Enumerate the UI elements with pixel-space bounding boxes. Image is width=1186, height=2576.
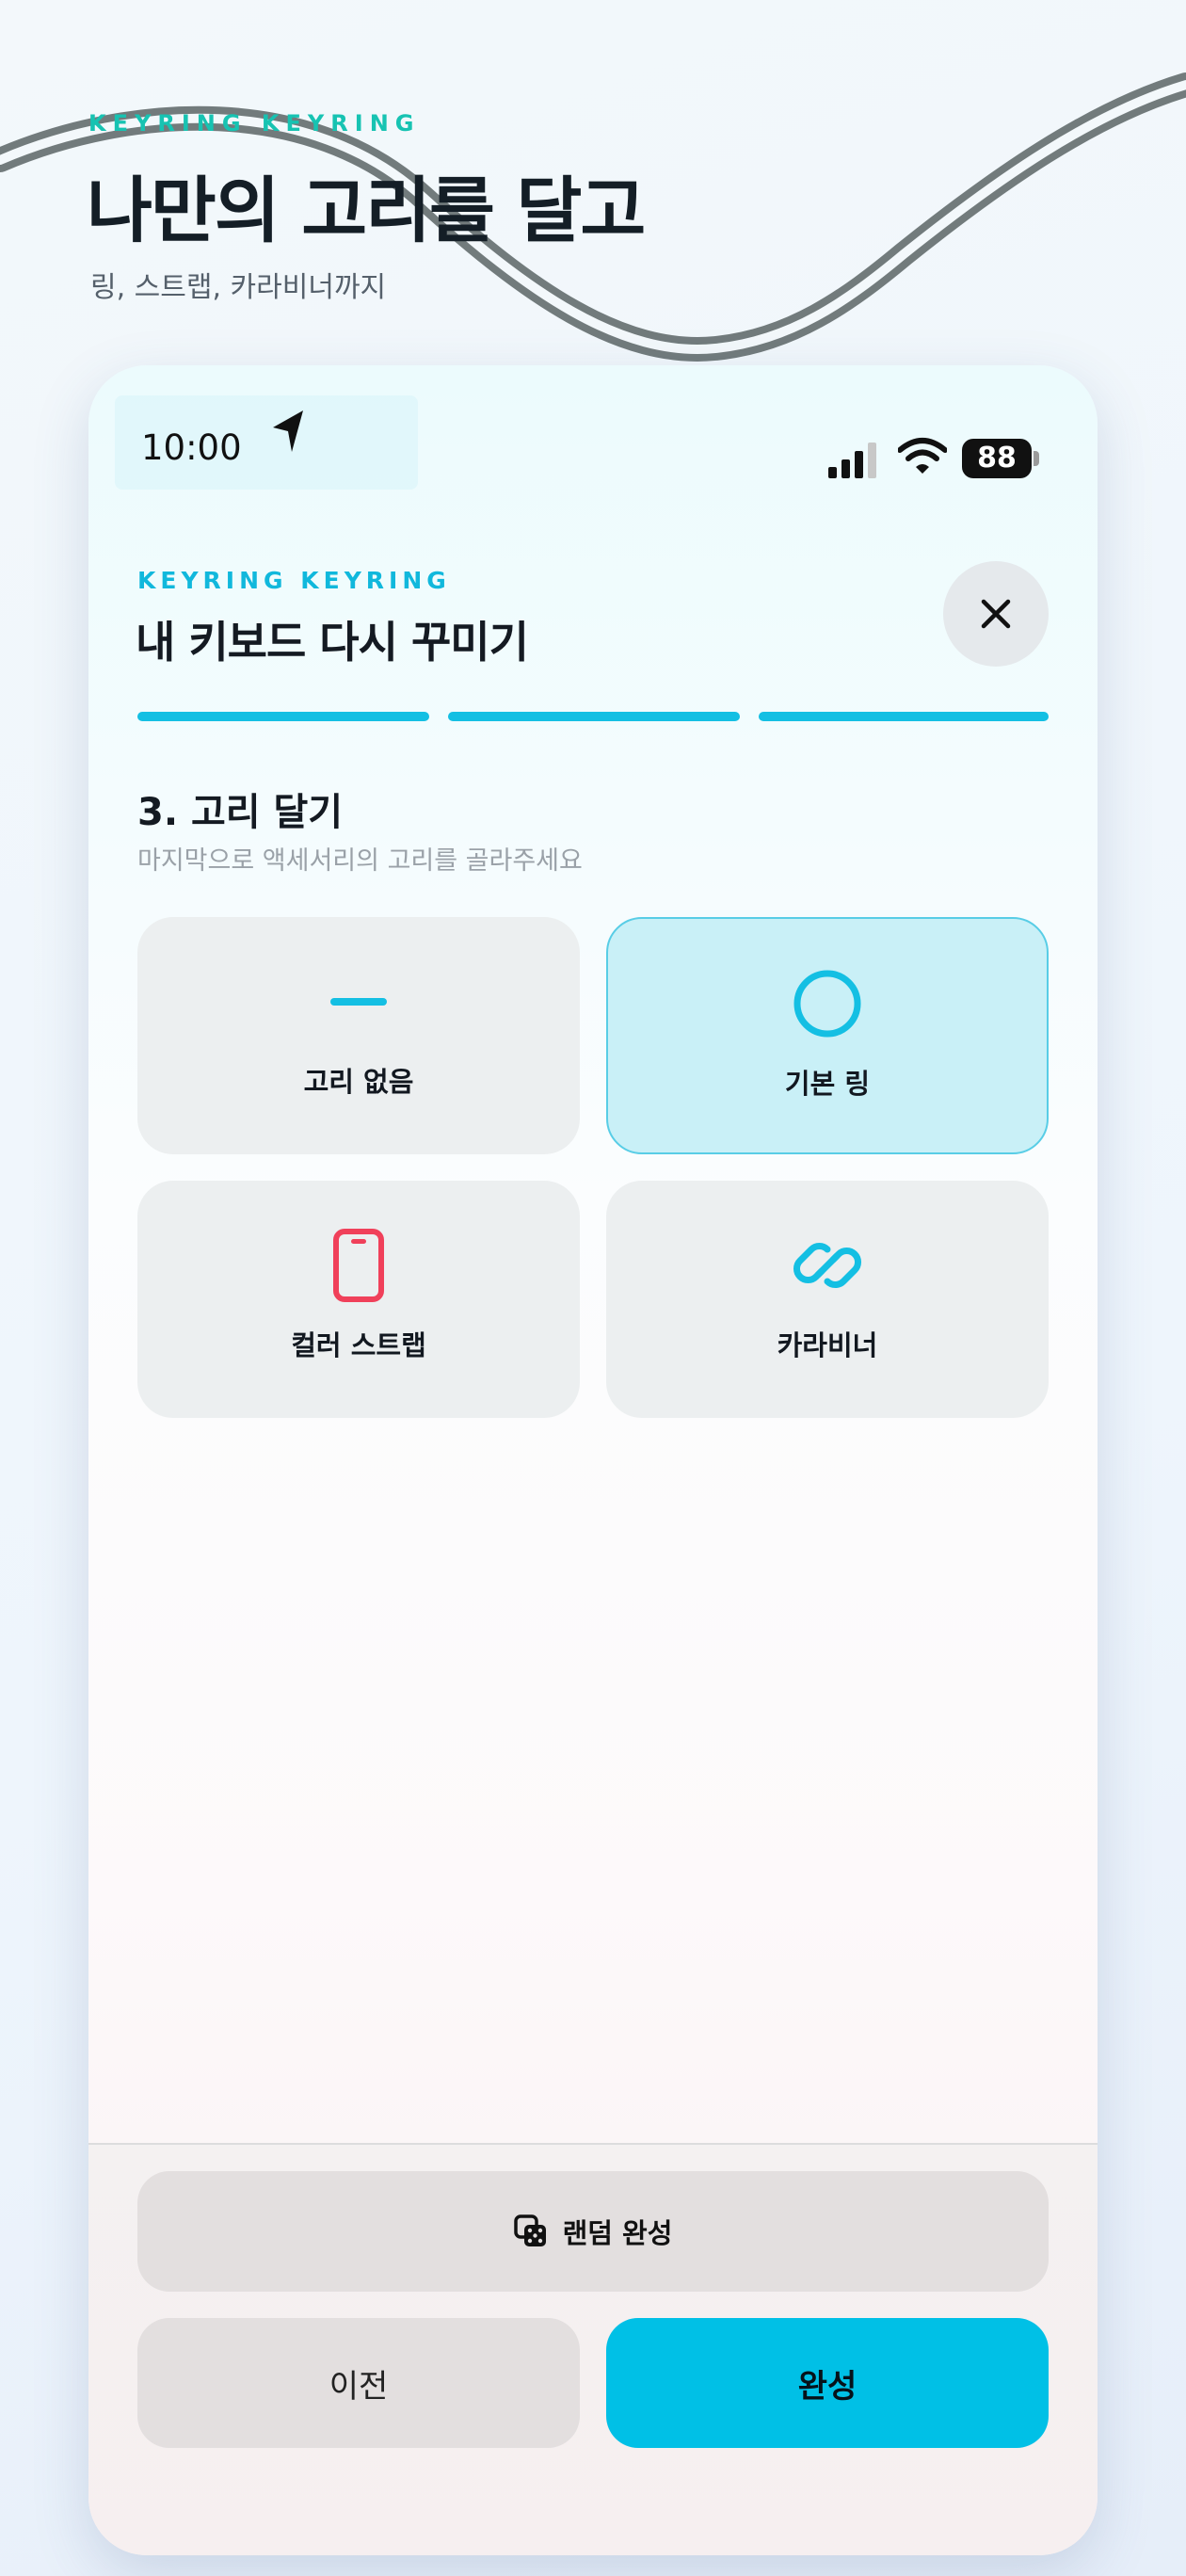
battery-tip xyxy=(1034,451,1039,466)
random-complete-button[interactable]: 랜덤 완성 xyxy=(137,2171,1049,2292)
phone-screen: 10:00 88 KEYRING KEYRING 내 키보드 다시 꾸미기 3.… xyxy=(88,365,1098,2555)
complete-button[interactable]: 완성 xyxy=(606,2318,1049,2448)
progress-segment xyxy=(137,712,429,721)
wifi-icon xyxy=(898,438,947,474)
location-arrow-icon xyxy=(273,411,303,452)
progress-segment xyxy=(448,712,740,721)
status-time: 10:00 xyxy=(141,427,242,468)
option-label: 고리 없음 xyxy=(303,1066,414,1098)
step-subtitle: 마지막으로 액세서리의 고리를 골라주세요 xyxy=(137,846,583,876)
ring-icon xyxy=(793,970,861,1038)
progress-segment xyxy=(759,712,1049,721)
promo-kicker: KEYRING KEYRING xyxy=(88,110,421,137)
close-button[interactable] xyxy=(943,561,1049,667)
option-label: 컬러 스트랩 xyxy=(291,1329,426,1361)
strap-icon xyxy=(333,1229,384,1302)
dice-icon xyxy=(513,2214,546,2246)
previous-button[interactable]: 이전 xyxy=(137,2318,580,2448)
link-icon xyxy=(793,1243,861,1288)
battery-indicator: 88 xyxy=(962,439,1039,478)
promo-title: 나만의 고리를 달고 xyxy=(87,169,646,252)
cellular-signal-icon xyxy=(828,443,876,478)
option-no-ring[interactable]: 고리 없음 xyxy=(137,917,580,1154)
dash-icon xyxy=(330,998,387,1006)
previous-label: 이전 xyxy=(329,2367,389,2406)
app-kicker: KEYRING KEYRING xyxy=(137,567,451,594)
step-progress xyxy=(137,712,1049,721)
option-carabiner[interactable]: 카라비너 xyxy=(606,1181,1049,1418)
close-icon xyxy=(981,599,1011,629)
option-color-strap[interactable]: 컬러 스트랩 xyxy=(137,1181,580,1418)
step-title: 3. 고리 달기 xyxy=(137,791,344,834)
app-title: 내 키보드 다시 꾸미기 xyxy=(136,617,529,668)
promo-subtitle: 링, 스트랩, 카라비너까지 xyxy=(90,271,387,304)
random-complete-label: 랜덤 완성 xyxy=(562,2217,673,2249)
complete-label: 완성 xyxy=(797,2367,857,2406)
option-basic-ring[interactable]: 기본 링 xyxy=(606,917,1049,1154)
option-label: 카라비너 xyxy=(777,1329,878,1361)
option-label: 기본 링 xyxy=(784,1068,871,1100)
battery-level: 88 xyxy=(962,439,1032,478)
